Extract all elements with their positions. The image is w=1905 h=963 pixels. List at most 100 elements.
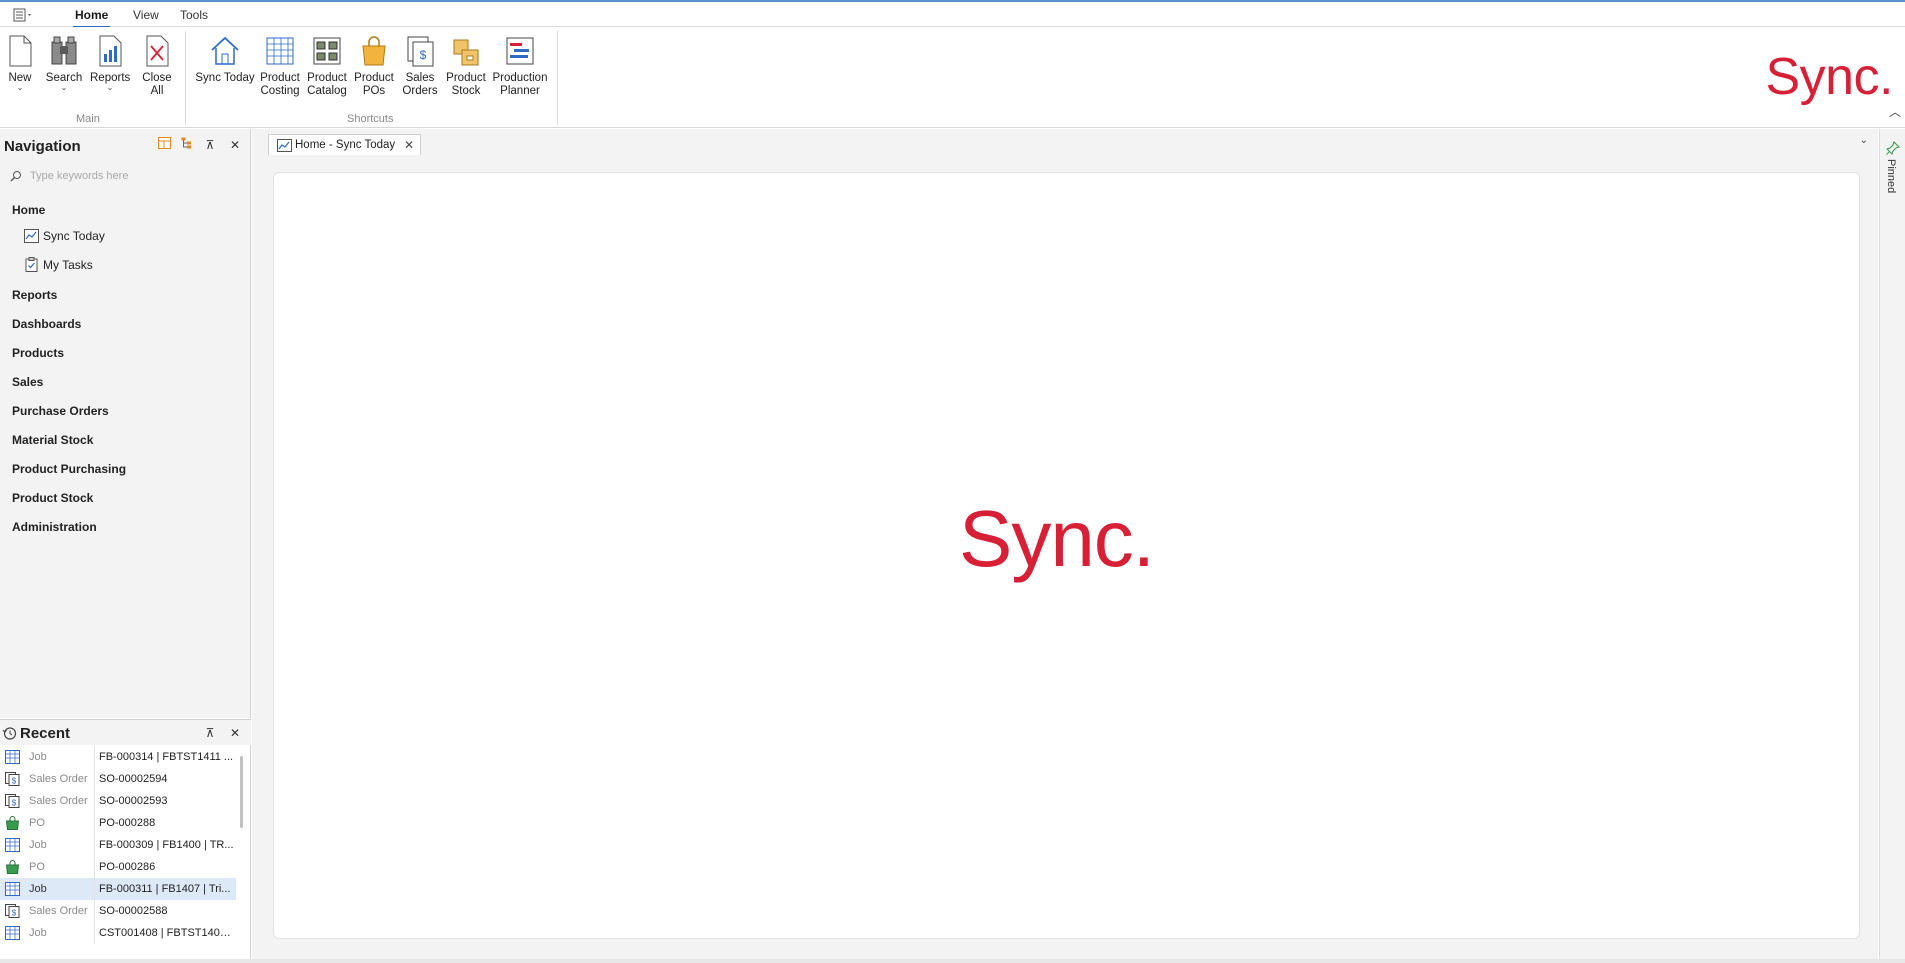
- recent-item[interactable]: $ Sales Order SO-00002593: [0, 790, 236, 812]
- recent-item-type: Job: [29, 834, 95, 856]
- chevron-down-icon: ⌄: [106, 83, 114, 92]
- costing-grid-icon: [266, 37, 294, 65]
- nav-group-dashboards[interactable]: Dashboards: [12, 317, 81, 331]
- recent-item-type: Job: [29, 878, 95, 900]
- document-area: Home - Sync Today ✕ ⌄ Sync.: [252, 129, 1878, 959]
- nav-search-box[interactable]: [10, 167, 240, 185]
- nav-group-material-stock[interactable]: Material Stock: [12, 433, 93, 447]
- close-icon[interactable]: ✕: [227, 725, 243, 741]
- recent-item-type: PO: [29, 812, 95, 834]
- shortcut-sales-orders[interactable]: $ Sales Orders: [400, 34, 440, 98]
- recent-item[interactable]: Job CST001408 | FBTST1408...: [0, 922, 236, 944]
- pinned-side-strip[interactable]: Pinned: [1879, 129, 1905, 959]
- recent-item[interactable]: $ Sales Order SO-00002594: [0, 768, 236, 790]
- svg-text:$: $: [420, 48, 427, 62]
- recent-item-name: SO-00002593: [99, 795, 168, 807]
- binoculars-icon: [51, 36, 77, 65]
- recent-item-type: Sales Order: [29, 790, 95, 812]
- nav-group-purchase-orders[interactable]: Purchase Orders: [12, 404, 109, 418]
- shortcut-product-catalog[interactable]: Product Catalog: [307, 34, 347, 98]
- reports-button[interactable]: Reports ⌄: [90, 34, 130, 92]
- recent-item[interactable]: PO PO-000288: [0, 812, 236, 834]
- pin-icon[interactable]: ⊼: [202, 725, 218, 741]
- po-bag-icon: [3, 860, 21, 874]
- svg-text:$: $: [11, 799, 16, 808]
- chevron-down-icon: ⌄: [16, 83, 24, 92]
- app-menu-button[interactable]: [12, 6, 38, 24]
- document-tab[interactable]: Home - Sync Today ✕: [268, 134, 421, 155]
- clipboard-icon: [25, 257, 38, 272]
- house-icon: [211, 36, 239, 65]
- recent-scrollbar[interactable]: [240, 756, 243, 828]
- layout-icon[interactable]: [156, 137, 172, 153]
- recent-item[interactable]: $ Sales Order SO-00002588: [0, 900, 236, 922]
- ribbon-collapse-icon[interactable]: ︿: [1889, 103, 1901, 120]
- recent-item[interactable]: Job FB-000314 | FBTST1411 ...: [0, 746, 236, 768]
- search-icon: [10, 171, 21, 182]
- recent-item[interactable]: Job FB-000311 | FB1407 | Tri...: [0, 878, 236, 900]
- shortcut-production-planner[interactable]: Production Planner: [492, 34, 548, 98]
- recent-item-name: PO-000288: [99, 817, 156, 829]
- nav-item-sync-today[interactable]: Sync Today: [24, 229, 105, 243]
- recent-item-name: CST001408 | FBTST1408...: [99, 927, 234, 939]
- nav-group-home[interactable]: Home: [12, 203, 45, 217]
- planner-icon: [506, 37, 534, 65]
- boxes-icon: [453, 39, 479, 66]
- nav-group-product-stock[interactable]: Product Stock: [12, 491, 93, 505]
- shortcut-product-pos[interactable]: Product POs: [354, 34, 394, 98]
- recent-item-name: SO-00002588: [99, 905, 168, 917]
- shortcut-product-stock[interactable]: Product Stock: [446, 34, 486, 98]
- group-label-shortcuts: Shortcuts: [347, 113, 394, 125]
- group-separator: [557, 31, 558, 125]
- navigation-panel: Navigation ⊼ ✕ Home Sync Today My Tasks …: [0, 129, 251, 718]
- nav-group-sales[interactable]: Sales: [12, 375, 43, 389]
- nav-item-my-tasks[interactable]: My Tasks: [24, 257, 93, 272]
- tab-home[interactable]: Home: [72, 8, 111, 28]
- shortcut-product-costing[interactable]: Product Costing: [260, 34, 300, 98]
- shopping-bag-icon: [362, 36, 386, 66]
- brand-logo: Sync.: [1765, 48, 1893, 106]
- nav-group-products[interactable]: Products: [12, 346, 64, 360]
- recent-item-name: FB-000311 | FB1407 | Tri...: [99, 883, 231, 895]
- recent-item[interactable]: PO PO-000286: [0, 856, 236, 878]
- sales-order-icon: $: [3, 794, 21, 808]
- pin-icon[interactable]: ⊼: [202, 137, 218, 153]
- tree-view-icon[interactable]: [179, 137, 195, 153]
- nav-group-reports[interactable]: Reports: [12, 288, 57, 302]
- close-icon[interactable]: ✕: [227, 137, 243, 153]
- document-content: Sync.: [273, 172, 1860, 939]
- recent-title: Recent: [20, 725, 71, 742]
- recent-item-type: Job: [29, 922, 95, 944]
- job-icon: [3, 882, 21, 896]
- new-button[interactable]: New ⌄: [4, 34, 36, 92]
- svg-text:$: $: [11, 777, 16, 786]
- recent-item[interactable]: Job FB-000309 | FB1400 | TR...: [0, 834, 236, 856]
- close-icon[interactable]: ✕: [404, 138, 414, 152]
- chevron-down-icon[interactable]: ⌄: [1860, 135, 1868, 146]
- recent-item-name: FB-000309 | FB1400 | TR...: [99, 839, 234, 851]
- recent-item-type: PO: [29, 856, 95, 878]
- group-separator: [185, 31, 186, 125]
- close-all-button[interactable]: Close All: [140, 34, 174, 98]
- app-menu-icon: [13, 8, 31, 22]
- document-tab-label: Home - Sync Today: [295, 139, 396, 151]
- nav-group-product-purchasing[interactable]: Product Purchasing: [12, 462, 126, 476]
- history-icon: [2, 727, 17, 740]
- chevron-down-icon: ⌄: [60, 83, 68, 92]
- job-icon: [3, 838, 21, 852]
- recent-item-type: Sales Order: [29, 900, 95, 922]
- search-button[interactable]: Search ⌄: [45, 34, 83, 92]
- job-icon: [3, 926, 21, 940]
- nav-search-input[interactable]: [30, 170, 230, 182]
- tab-tools[interactable]: Tools: [180, 8, 208, 22]
- recent-item-name: FB-000314 | FBTST1411 ...: [99, 751, 234, 763]
- report-icon: [99, 35, 122, 67]
- recent-header: Recent ⊼ ✕: [0, 720, 251, 745]
- tab-view[interactable]: View: [133, 8, 159, 22]
- ribbon: New ⌄ Search ⌄ Reports ⌄ Close All Main …: [0, 27, 1905, 128]
- shortcut-sync-today[interactable]: Sync Today: [194, 34, 256, 85]
- recent-panel: Recent ⊼ ✕ Job FB-000314 | FBTST1411 ... $…: [0, 719, 251, 959]
- nav-group-administration[interactable]: Administration: [12, 520, 97, 534]
- svg-text:$: $: [11, 909, 16, 918]
- navigation-title: Navigation: [4, 138, 81, 155]
